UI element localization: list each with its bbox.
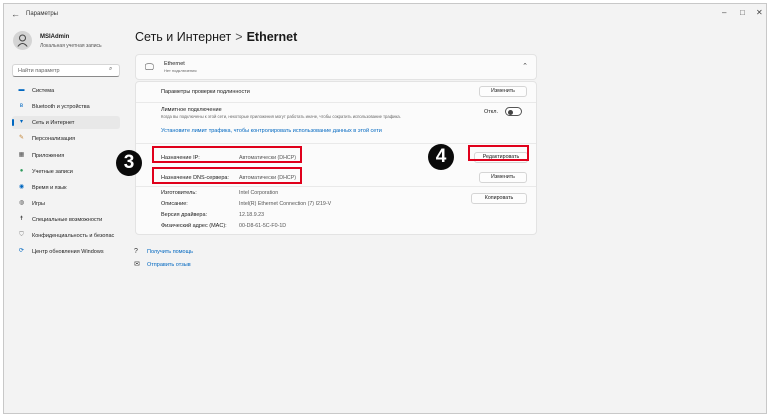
sidebar-item-apps[interactable]: ▦ Приложения xyxy=(12,149,120,162)
settings-window: ← Параметры – □ ✕ MSIAdmin Локальная уче… xyxy=(3,3,767,414)
feedback-icon: ✉ xyxy=(134,261,140,268)
sidebar-item-system[interactable]: ▬ Система xyxy=(12,84,120,97)
minimize-button[interactable]: – xyxy=(722,8,726,17)
title-bar: ← Параметры – □ ✕ xyxy=(4,4,766,26)
sidebar-item-label: Центр обновления Windows xyxy=(32,249,104,255)
ethernet-title: Ethernet xyxy=(164,61,185,67)
page-title: Ethernet xyxy=(246,30,298,44)
step-badge-3: 3 xyxy=(116,150,142,176)
copy-button[interactable]: Копировать xyxy=(471,193,527,204)
divider xyxy=(136,102,536,103)
property-value: Intel(R) Ethernet Connection (7) I219-V xyxy=(239,201,332,207)
sidebar-item-label: Сеть и Интернет xyxy=(32,120,75,126)
user-account-type: Локальная учетная запись xyxy=(40,43,102,49)
sidebar-item-privacy[interactable]: ⛉ Конфиденциальность и безопас xyxy=(12,229,120,242)
close-button[interactable]: ✕ xyxy=(756,8,763,17)
metered-description: Когда вы подключены к этой сети, некотор… xyxy=(161,114,401,119)
sidebar-item-label: Специальные возможности xyxy=(32,217,103,223)
sidebar-item-accounts[interactable]: ● Учетные записи xyxy=(12,165,120,178)
divider xyxy=(136,186,536,187)
sidebar-item-label: Bluetooth и устройства xyxy=(32,104,90,110)
edit-highlight-box xyxy=(468,145,529,161)
sidebar-item-label: Игры xyxy=(32,201,45,207)
property-label: Версия драйвера: xyxy=(161,212,208,218)
property-value: Intel Corporation xyxy=(239,190,279,196)
property-label: Описание: xyxy=(161,201,188,207)
sidebar-item-windows-update[interactable]: ⟳ Центр обновления Windows xyxy=(12,245,120,258)
help-icon: ? xyxy=(134,248,138,255)
ip-highlight-box xyxy=(152,146,302,163)
brush-icon: ✎ xyxy=(18,135,25,141)
get-help-link[interactable]: Получить помощь xyxy=(147,249,193,255)
update-icon: ⟳ xyxy=(18,248,25,254)
sidebar-item-network[interactable]: ▾ Сеть и Интернет xyxy=(12,116,120,129)
breadcrumb-separator: > xyxy=(235,30,243,44)
accessibility-icon: ☨ xyxy=(19,216,24,222)
divider xyxy=(136,143,536,144)
sidebar-item-label: Время и язык xyxy=(32,185,67,191)
property-value: 00-D8-61-5C-F0-1D xyxy=(239,223,287,229)
sidebar-item-label: Учетные записи xyxy=(32,169,73,175)
bluetooth-icon: ʙ xyxy=(19,103,24,109)
metered-label: Лимитное подключение xyxy=(161,107,222,113)
person-icon xyxy=(17,34,28,47)
sidebar-item-bluetooth[interactable]: ʙ Bluetooth и устройства xyxy=(12,100,120,113)
app-title: Параметры xyxy=(26,11,58,17)
wifi-icon: ▾ xyxy=(19,119,23,125)
property-value: 12.18.9.23 xyxy=(239,212,265,218)
maximize-button[interactable]: □ xyxy=(740,8,745,17)
metered-toggle[interactable] xyxy=(505,107,522,116)
property-label: Изготовитель: xyxy=(161,190,197,196)
sidebar-item-label: Персонализация xyxy=(32,136,76,142)
breadcrumb-parent[interactable]: Сеть и Интернет xyxy=(135,30,231,44)
auth-label: Параметры проверки подлинности xyxy=(161,89,250,95)
chevron-up-icon[interactable]: ⌃ xyxy=(522,62,528,70)
shield-icon: ⛉ xyxy=(19,232,24,238)
sidebar-item-personalization[interactable]: ✎ Персонализация xyxy=(12,132,120,145)
feedback-link[interactable]: Отправить отзыв xyxy=(147,262,191,268)
ethernet-status: Нет подключения xyxy=(164,68,197,73)
search-input[interactable] xyxy=(12,64,120,77)
dns-highlight-box xyxy=(152,167,302,184)
sidebar-item-gaming[interactable]: ◍ Игры xyxy=(12,197,120,210)
back-arrow-icon[interactable]: ← xyxy=(11,9,20,19)
sidebar-item-label: Приложения xyxy=(32,153,65,159)
toggle-knob xyxy=(508,109,513,115)
sidebar-item-label: Конфиденциальность и безопас xyxy=(32,233,115,239)
apps-icon: ▦ xyxy=(18,152,25,158)
monitor-icon: ▬ xyxy=(18,87,25,93)
sidebar-item-accessibility[interactable]: ☨ Специальные возможности xyxy=(12,213,120,226)
metered-toggle-state: Откл. xyxy=(484,109,499,115)
ethernet-icon: 🖵 xyxy=(145,62,154,72)
globe-clock-icon: ◉ xyxy=(18,184,25,190)
search-icon[interactable]: ⌕ xyxy=(109,66,112,73)
sidebar-item-label: Система xyxy=(32,88,55,94)
gamepad-icon: ◍ xyxy=(18,200,25,206)
dns-edit-button[interactable]: Изменить xyxy=(479,172,527,183)
active-indicator xyxy=(12,119,14,126)
avatar[interactable] xyxy=(13,31,32,50)
breadcrumb: Сеть и Интернет > Ethernet xyxy=(135,30,297,44)
ethernet-header-card[interactable]: 🖵 Ethernet Нет подключения ⌃ xyxy=(135,54,537,80)
person-icon: ● xyxy=(19,168,24,174)
property-label: Физический адрес (MAC): xyxy=(161,223,227,229)
user-name: MSIAdmin xyxy=(40,34,70,40)
auth-edit-button[interactable]: Изменить xyxy=(479,86,527,97)
step-badge-4: 4 xyxy=(428,144,454,170)
data-limit-link[interactable]: Установите лимит трафика, чтобы контроли… xyxy=(161,128,382,134)
sidebar-item-time-language[interactable]: ◉ Время и язык xyxy=(12,181,120,194)
